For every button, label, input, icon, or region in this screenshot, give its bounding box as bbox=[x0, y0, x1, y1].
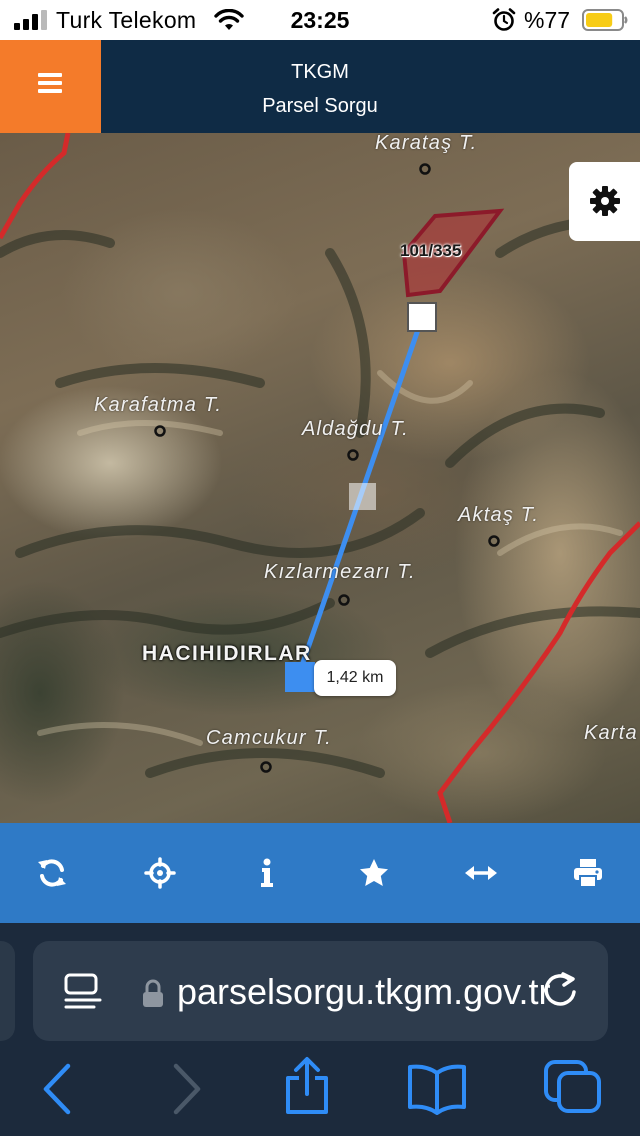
page-format-icon[interactable] bbox=[63, 971, 103, 1015]
info-button[interactable] bbox=[245, 851, 289, 895]
app-title: TKGM bbox=[291, 61, 349, 83]
favorites-button[interactable] bbox=[352, 851, 396, 895]
bookmarks-icon[interactable] bbox=[406, 1063, 468, 1115]
measure-start-handle[interactable] bbox=[407, 302, 437, 332]
previous-tab-preview[interactable] bbox=[0, 941, 15, 1041]
forward-icon[interactable] bbox=[168, 1062, 204, 1116]
alarm-icon bbox=[492, 8, 516, 31]
measure-icon bbox=[465, 866, 497, 880]
measure-end-handle[interactable] bbox=[285, 662, 315, 692]
gear-icon bbox=[590, 186, 620, 216]
measure-button[interactable] bbox=[459, 851, 503, 895]
reload-icon[interactable] bbox=[539, 969, 583, 1013]
menu-button[interactable] bbox=[0, 40, 101, 133]
map-overlay bbox=[0, 133, 640, 823]
place-label-camcukur: Camcukur T. bbox=[206, 727, 332, 749]
place-label-karafatma: Karafatma T. bbox=[94, 394, 223, 416]
place-label-aktas: Aktaş T. bbox=[458, 504, 540, 526]
distance-tooltip: 1,42 km bbox=[314, 660, 396, 696]
place-label-kizlarmezari: Kızlarmezarı T. bbox=[264, 561, 416, 583]
info-icon bbox=[261, 858, 273, 887]
print-button[interactable] bbox=[566, 851, 610, 895]
star-icon bbox=[360, 859, 388, 886]
tabs-icon[interactable] bbox=[543, 1059, 603, 1115]
boundary-line-right bbox=[437, 521, 640, 823]
place-label-aldagdu: Aldağdu T. bbox=[302, 418, 409, 440]
lock-icon bbox=[143, 979, 163, 1007]
app-header: TKGM Parsel Sorgu bbox=[0, 40, 640, 133]
battery-percent: %77 bbox=[524, 7, 571, 33]
refresh-button[interactable] bbox=[30, 851, 74, 895]
place-label-karatas: Karataş T. bbox=[375, 133, 478, 154]
map-toolbar bbox=[0, 823, 640, 923]
url-text: parselsorgu.tkgm.gov.tr bbox=[177, 971, 551, 1012]
print-icon bbox=[574, 859, 602, 888]
crosshair-icon bbox=[144, 857, 176, 889]
browser-bar: parselsorgu.tkgm.gov.tr bbox=[0, 923, 640, 1136]
share-icon[interactable] bbox=[282, 1056, 332, 1116]
map-settings-button[interactable] bbox=[569, 162, 640, 241]
boundary-line-left bbox=[0, 133, 71, 240]
satellite-map[interactable]: Karataş T. Karafatma T. Aldağdu T. Aktaş… bbox=[0, 133, 640, 823]
back-icon[interactable] bbox=[40, 1062, 76, 1116]
status-bar: Turk Telekom 23:25 %77 bbox=[0, 0, 640, 40]
app-subtitle: Parsel Sorgu bbox=[262, 95, 378, 117]
address-bar[interactable]: parselsorgu.tkgm.gov.tr bbox=[33, 941, 608, 1041]
measure-mid-handle[interactable] bbox=[349, 483, 376, 510]
place-label-karta: Karta bbox=[584, 722, 638, 744]
refresh-icon bbox=[38, 859, 66, 887]
battery-icon bbox=[582, 9, 628, 31]
parcel-label: 101/335 bbox=[400, 241, 462, 260]
locate-button[interactable] bbox=[138, 851, 182, 895]
